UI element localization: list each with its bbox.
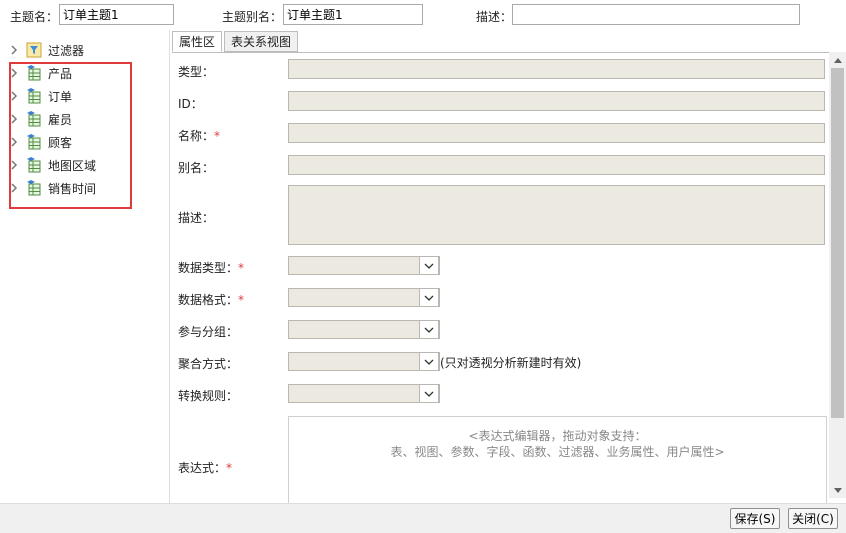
topic-alias-label: 主题别名： xyxy=(222,10,283,24)
desc-label: 描述： xyxy=(178,211,215,225)
resource-tree: 过滤器 产品 订单 雇员 顾客 地图区域 销售时间 xyxy=(0,30,170,503)
tab-properties[interactable]: 属性区 xyxy=(172,31,223,52)
tab-table-relations[interactable]: 表关系视图 xyxy=(224,31,299,52)
aggregation-select[interactable] xyxy=(288,352,440,371)
expression-label: 表达式：* xyxy=(178,461,233,475)
id-field[interactable] xyxy=(288,91,825,111)
scroll-down-icon[interactable] xyxy=(829,482,846,498)
datatype-label: 数据类型：* xyxy=(178,261,245,275)
topic-alias-input[interactable] xyxy=(283,4,423,25)
save-button[interactable]: 保存(S) xyxy=(730,508,780,529)
topic-name-input[interactable] xyxy=(59,4,174,25)
conversion-select[interactable] xyxy=(288,384,440,403)
id-label: ID： xyxy=(178,97,203,111)
chevron-down-icon[interactable] xyxy=(419,384,439,403)
required-mark: * xyxy=(226,461,233,475)
highlight-box xyxy=(9,62,132,209)
tree-item-label: 过滤器 xyxy=(48,43,85,58)
footer-bar: 保存(S) 关闭(C) xyxy=(0,503,846,533)
close-button[interactable]: 关闭(C) xyxy=(788,508,838,529)
name-field[interactable] xyxy=(288,123,825,143)
description-label: 描述： xyxy=(476,10,513,24)
name-label: 名称：* xyxy=(178,129,221,143)
properties-panel: 类型： ID： 名称：* 别名： 描述： 数据类型：* 数据格式：* 参与分组：… xyxy=(172,52,846,503)
expression-editor[interactable]: <表达式编辑器，拖动对象支持： 表、视图、参数、字段、函数、过滤器、业务属性、用… xyxy=(288,416,827,503)
filter-icon xyxy=(26,42,42,58)
chevron-down-icon[interactable] xyxy=(419,320,439,339)
dataformat-label: 数据格式：* xyxy=(178,293,245,307)
aggregation-label: 聚合方式： xyxy=(178,357,239,371)
chevron-right-icon[interactable] xyxy=(8,40,20,60)
description-input[interactable] xyxy=(512,4,800,25)
type-label: 类型： xyxy=(178,65,215,79)
aggregation-hint: (只对透视分析新建时有效) xyxy=(440,356,582,370)
datatype-select[interactable] xyxy=(288,256,440,275)
chevron-down-icon[interactable] xyxy=(419,352,439,371)
chevron-down-icon[interactable] xyxy=(419,256,439,275)
alias-field[interactable] xyxy=(288,155,825,175)
required-mark: * xyxy=(238,261,245,275)
scroll-up-icon[interactable] xyxy=(829,52,846,68)
tab-bar: 属性区 表关系视图 xyxy=(172,31,300,52)
grouping-label: 参与分组： xyxy=(178,325,239,339)
chevron-down-icon[interactable] xyxy=(419,288,439,307)
dataformat-select[interactable] xyxy=(288,288,440,307)
required-mark: * xyxy=(214,129,221,143)
type-field[interactable] xyxy=(288,59,825,79)
alias-label: 别名： xyxy=(178,161,215,175)
tree-item-filter[interactable]: 过滤器 xyxy=(8,40,84,60)
topic-header: 主题名： 主题别名： 描述： xyxy=(0,0,846,30)
grouping-select[interactable] xyxy=(288,320,440,339)
desc-field[interactable] xyxy=(288,185,825,245)
required-mark: * xyxy=(238,293,245,307)
conversion-label: 转换规则： xyxy=(178,389,239,403)
expression-hint-line1: <表达式编辑器，拖动对象支持： xyxy=(468,429,647,443)
expression-hint-line2: 表、视图、参数、字段、函数、过滤器、业务属性、用户属性> xyxy=(390,445,725,459)
topic-name-label: 主题名： xyxy=(10,10,59,24)
vertical-scrollbar[interactable] xyxy=(829,52,846,498)
scrollbar-thumb[interactable] xyxy=(831,68,844,418)
